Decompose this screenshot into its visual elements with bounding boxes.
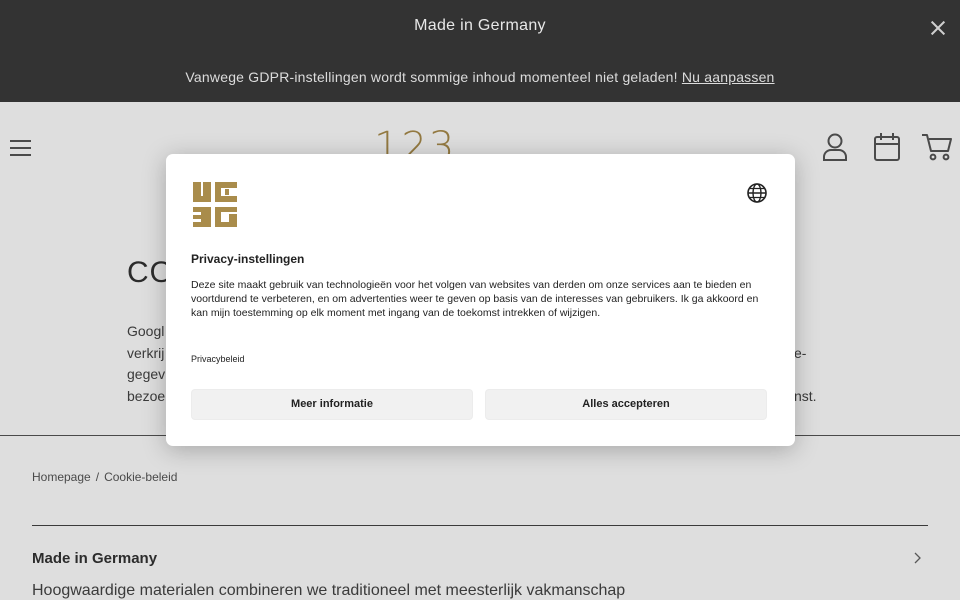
privacy-modal: Privacy-instellingen Deze site maakt geb… — [166, 154, 795, 446]
close-icon[interactable] — [928, 18, 948, 38]
gdpr-notice: Vanwege GDPR-instellingen wordt sommige … — [0, 69, 960, 85]
announcement-bar: Made in Germany Vanwege GDPR-instellinge… — [0, 0, 960, 102]
accept-all-button[interactable]: Alles accepteren — [485, 389, 767, 420]
modal-title: Privacy-instellingen — [191, 252, 305, 266]
privacy-policy-link[interactable]: Privacybeleid — [191, 354, 245, 364]
gdpr-text: Vanwege GDPR-instellingen wordt sommige … — [185, 69, 682, 85]
more-info-button[interactable]: Meer informatie — [191, 389, 473, 420]
language-globe-icon[interactable] — [746, 182, 768, 204]
gdpr-adjust-link[interactable]: Nu aanpassen — [682, 69, 775, 85]
modal-description: Deze site maakt gebruik van technologieë… — [191, 279, 759, 319]
promo-text: Made in Germany — [414, 17, 546, 34]
brand-logo — [191, 180, 240, 229]
